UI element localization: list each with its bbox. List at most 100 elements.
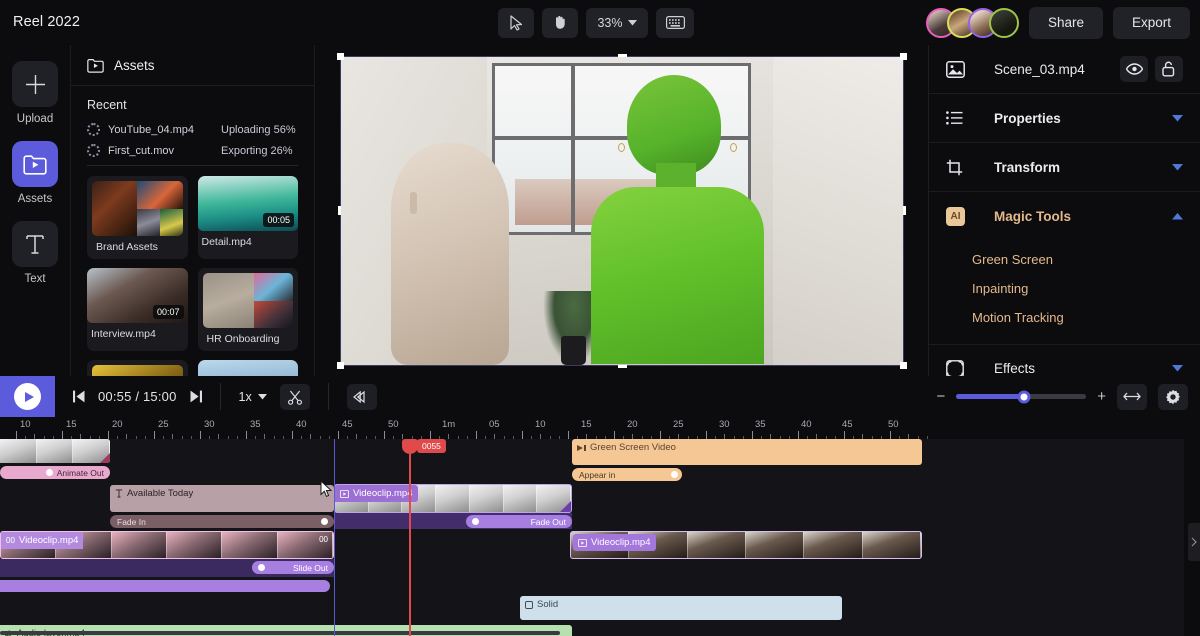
timeline[interactable]: 10 15 20 25 30 35 40 45 50 1m 05 10 15 2…	[0, 417, 1200, 636]
timeline-clip-videoclip-track4b[interactable]: Videoclip.mp4	[570, 531, 922, 559]
ruler-tick-major	[108, 431, 109, 439]
ruler-label: 25	[673, 419, 684, 430]
chevron-down-icon	[628, 20, 637, 26]
collaborator-avatars[interactable]	[926, 8, 1019, 38]
clip-filmstrip	[0, 439, 110, 463]
video-canvas[interactable]	[340, 56, 904, 366]
skip-back-icon[interactable]	[73, 390, 85, 403]
asset-thumbnail	[92, 365, 183, 376]
timeline-collapse-tab[interactable]	[1188, 523, 1200, 561]
rail-item-upload[interactable]: Upload	[12, 61, 58, 125]
ruler-label: 45	[342, 419, 353, 430]
ruler-tick-major	[154, 431, 155, 439]
project-title: Reel 2022	[13, 14, 80, 30]
rail-item-text[interactable]: Text	[12, 221, 58, 285]
right-panel: Scene_03.mp4 Properties	[928, 45, 1200, 376]
transition-group	[329, 376, 395, 417]
slider-knob[interactable]	[1017, 390, 1030, 403]
zoom-out-button[interactable]: −	[936, 388, 945, 405]
timeline-clip-solid[interactable]: Solid	[520, 596, 842, 620]
timeline-clip-available-today[interactable]: Available Today	[110, 485, 334, 512]
timeline-marker-line	[334, 439, 335, 636]
playhead-handle[interactable]	[402, 439, 418, 454]
zoom-controls: − +	[936, 384, 1200, 410]
ruler-label: 15	[581, 419, 592, 430]
split-clip-button[interactable]	[280, 384, 310, 410]
section-label-effects: Effects	[994, 361, 1172, 376]
zoom-level-dropdown[interactable]: 33%	[586, 8, 648, 38]
keyboard-shortcuts-button[interactable]	[656, 8, 694, 38]
section-properties[interactable]: Properties	[929, 94, 1200, 143]
left-rail: Upload Assets Text	[0, 45, 70, 376]
timeline-keyframe-fade-out[interactable]: Fade Out	[466, 515, 572, 528]
upload-row[interactable]: First_cut.mov Exporting 26%	[87, 144, 298, 157]
timeline-horizontal-scrollbar[interactable]	[0, 631, 560, 635]
skip-forward-icon[interactable]	[190, 390, 202, 403]
asset-label: Interview.mp4	[87, 323, 188, 346]
timeline-tracks[interactable]: Green Screen Video Animate Out Appear in…	[0, 439, 1200, 636]
upload-status: Exporting 26%	[221, 145, 293, 157]
transition-icon	[353, 391, 371, 403]
clip-label: 00 Videoclip.mp4	[1, 532, 83, 549]
magic-tool-green-screen[interactable]: Green Screen	[972, 245, 1200, 274]
section-magic-tools[interactable]: AI Magic Tools	[929, 192, 1200, 241]
timeline-playhead[interactable]	[409, 439, 411, 636]
timeline-keyframe-animate-out[interactable]: Animate Out	[0, 466, 110, 479]
asset-card-extra-2[interactable]	[198, 360, 299, 376]
ruler-tick-major	[568, 431, 569, 439]
magic-tool-motion-tracking[interactable]: Motion Tracking	[972, 303, 1200, 332]
ruler-tick-major	[844, 431, 845, 439]
asset-card-hr-onboarding[interactable]: HR Onboarding	[198, 268, 299, 351]
ruler-label: 25	[158, 419, 169, 430]
timeline-settings-button[interactable]	[1158, 384, 1188, 410]
clip-label: Solid	[520, 596, 842, 613]
timeline-clip-videoclip-track4[interactable]: 00 Videoclip.mp4 00	[0, 531, 334, 559]
timeline-clip-green-screen-video[interactable]: Green Screen Video	[572, 439, 922, 465]
gear-icon	[1165, 389, 1181, 405]
rail-label-assets: Assets	[18, 193, 53, 205]
ruler-tick-major	[246, 431, 247, 439]
selected-clip-row[interactable]: Scene_03.mp4	[929, 45, 1200, 94]
asset-card-detail[interactable]: 00:05 Detail.mp4	[198, 176, 299, 259]
transition-button[interactable]	[347, 384, 377, 410]
zoom-in-button[interactable]: +	[1097, 388, 1106, 405]
timeline-keyframe-fade-in[interactable]: Fade In	[110, 515, 334, 528]
asset-card-extra-1[interactable]	[87, 360, 188, 376]
ruler-tick-major	[614, 431, 615, 439]
text-t-icon	[115, 489, 123, 498]
speed-dropdown[interactable]: 1x	[239, 390, 267, 404]
video-frame	[341, 57, 903, 365]
timeline-zoom-slider[interactable]	[956, 394, 1086, 399]
asset-card-interview[interactable]: 00:07 Interview.mp4	[87, 268, 188, 351]
avatar[interactable]	[989, 8, 1019, 38]
timeline-clip-videoclip-track2[interactable]: Videoclip.mp4	[334, 484, 572, 513]
fit-to-width-button[interactable]	[1117, 384, 1147, 410]
ruler-label: 40	[296, 419, 307, 430]
section-transform[interactable]: Transform	[929, 143, 1200, 192]
timeline-clip-top-left[interactable]	[0, 439, 110, 463]
asset-duration: 00:05	[263, 213, 294, 227]
timeline-keyframe-slide-out[interactable]: Slide Out	[252, 561, 334, 574]
hand-tool-button[interactable]	[542, 8, 578, 38]
ruler-tick-major	[338, 431, 339, 439]
video-icon	[340, 490, 349, 498]
spinner-icon	[87, 144, 100, 157]
timeline-clip-purple-bar[interactable]	[0, 580, 330, 592]
timeline-keyframe-appear-in[interactable]: Appear in	[572, 468, 682, 481]
export-button[interactable]: Export	[1113, 7, 1190, 39]
upload-row[interactable]: YouTube_04.mp4 Uploading 56%	[87, 123, 298, 136]
visibility-toggle-button[interactable]	[1120, 56, 1148, 82]
share-button[interactable]: Share	[1029, 7, 1103, 39]
timeline-ruler[interactable]: 10 15 20 25 30 35 40 45 50 1m 05 10 15 2…	[0, 417, 1200, 439]
select-tool-button[interactable]	[498, 8, 534, 38]
eye-icon	[1126, 63, 1143, 75]
asset-card-brand-assets[interactable]: Brand Assets	[87, 176, 188, 259]
chevron-down-icon	[1172, 115, 1183, 122]
slider-fill	[956, 394, 1024, 399]
play-button[interactable]	[0, 376, 55, 417]
time-display: 00:55 / 15:00	[98, 389, 177, 404]
lock-toggle-button[interactable]	[1155, 56, 1183, 82]
rail-item-assets[interactable]: Assets	[12, 141, 58, 205]
magic-tool-inpainting[interactable]: Inpainting	[972, 274, 1200, 303]
scissors-icon	[287, 389, 303, 405]
